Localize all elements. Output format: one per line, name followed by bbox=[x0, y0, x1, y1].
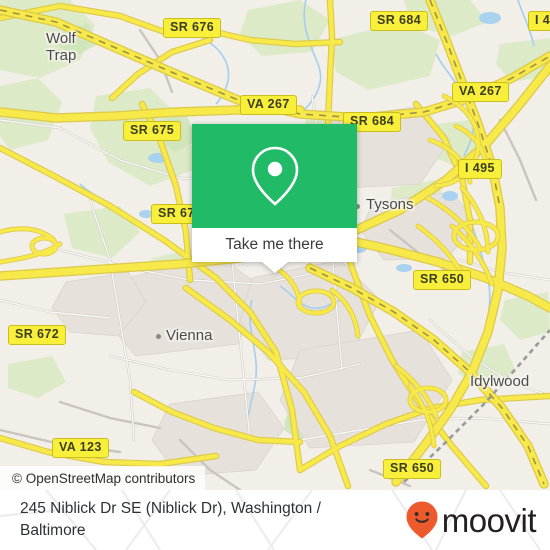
highway-shield-sr-650-south: SR 650 bbox=[383, 459, 442, 479]
map-pin-icon bbox=[251, 146, 298, 206]
attribution-text: © OpenStreetMap contributors bbox=[12, 470, 196, 486]
map-dot-vienna bbox=[156, 334, 161, 339]
highway-shield-sr-650: SR 650 bbox=[413, 270, 472, 290]
popup-header bbox=[192, 124, 357, 228]
location-title: 245 Niblick Dr SE (Niblick Dr), Washingt… bbox=[20, 500, 321, 539]
take-me-there-label: Take me there bbox=[225, 236, 324, 253]
popup-tail-pointer bbox=[261, 262, 288, 273]
highway-shield-va-123: VA 123 bbox=[52, 438, 109, 458]
map-screenshot: Wolf Trap Tysons Vienna Idylwood SR 676 S… bbox=[0, 0, 550, 550]
map-attribution[interactable]: © OpenStreetMap contributors bbox=[0, 466, 206, 490]
moovit-pin-smiley-icon bbox=[406, 501, 438, 539]
moovit-logo[interactable]: moovit bbox=[405, 500, 537, 540]
highway-shield-sr-676: SR 676 bbox=[163, 18, 222, 38]
popup-action[interactable]: Take me there bbox=[192, 228, 357, 262]
highway-shield-sr-672: SR 672 bbox=[8, 325, 67, 345]
highway-shield-va-267: VA 267 bbox=[452, 82, 509, 102]
highway-shield-i-495-south: I 495 bbox=[458, 159, 502, 179]
map-canvas[interactable]: Wolf Trap Tysons Vienna Idylwood SR 676 S… bbox=[0, 0, 550, 490]
footer-bar: 245 Niblick Dr SE (Niblick Dr), Washingt… bbox=[0, 490, 550, 550]
moovit-wordmark: moovit bbox=[441, 501, 537, 539]
highway-shield-va-267-west: VA 267 bbox=[240, 95, 297, 115]
take-me-there-popup[interactable]: Take me there bbox=[192, 124, 357, 273]
highway-shield-i-495: I 495 bbox=[528, 11, 550, 31]
highway-shield-sr-684: SR 684 bbox=[370, 11, 429, 31]
highway-shield-sr-675: SR 675 bbox=[123, 121, 182, 141]
